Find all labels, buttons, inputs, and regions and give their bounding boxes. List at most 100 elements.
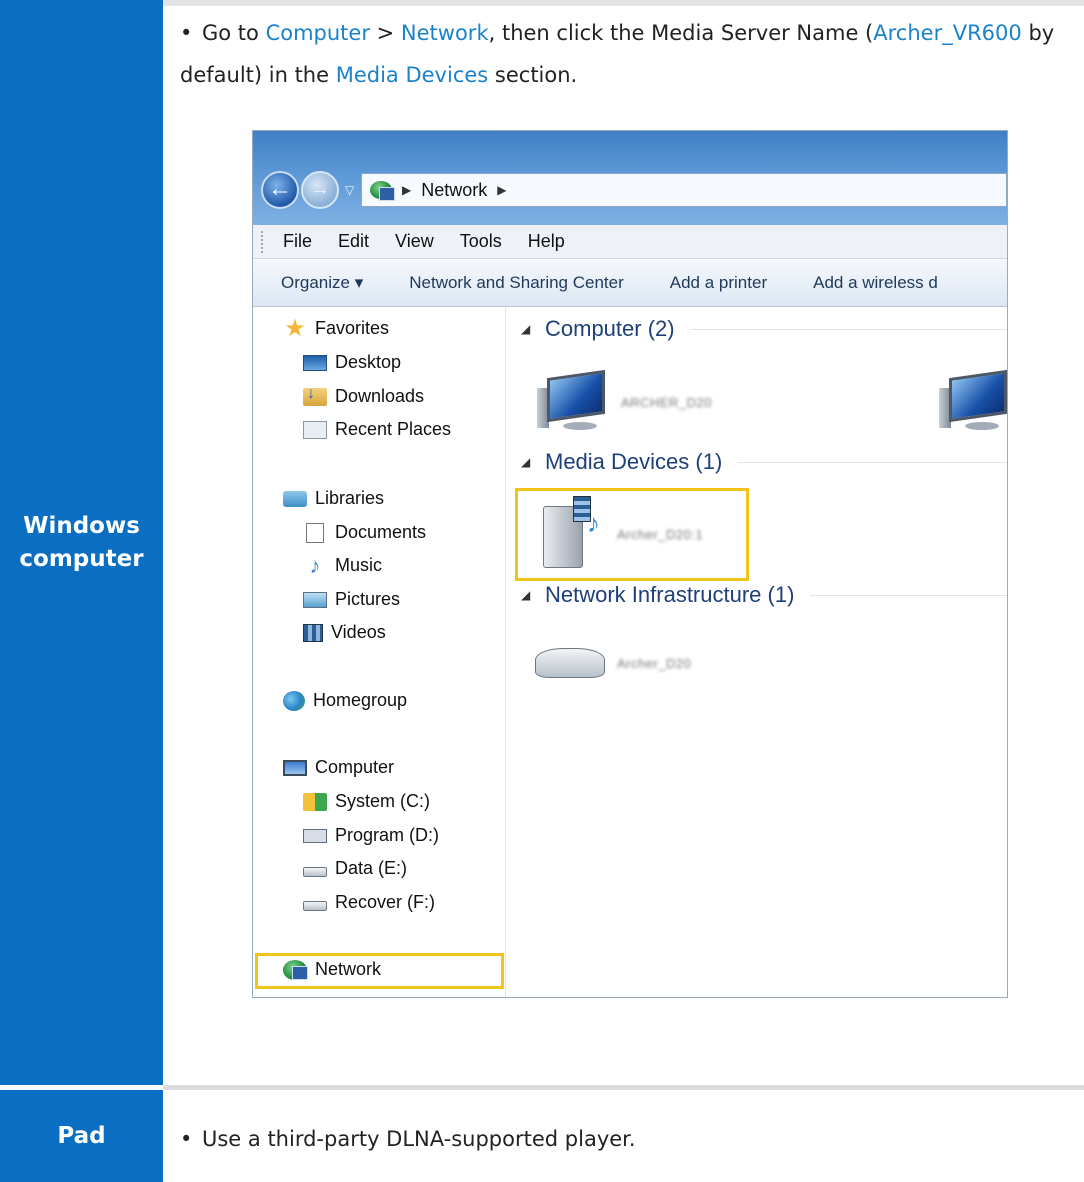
- breadcrumb-network[interactable]: Network: [421, 180, 487, 201]
- media-devices-link[interactable]: Media Devices: [336, 63, 489, 87]
- network-sharing-center-button[interactable]: Network and Sharing Center: [409, 273, 624, 293]
- libraries-icon: [283, 490, 307, 507]
- nav-label: Documents: [335, 522, 427, 542]
- navigation-pane: ★ Favorites Desktop Downloads Recent Plac…: [253, 308, 506, 997]
- nav-label: Data (E:): [335, 858, 408, 878]
- media-device-highlight-box: [515, 488, 749, 581]
- instruction-pad: • Use a third-party DLNA-supported player…: [180, 1118, 636, 1160]
- instruction-text: Go to: [202, 21, 266, 45]
- group-rule: [690, 328, 1007, 330]
- computer-monitor-icon: [939, 368, 1007, 436]
- collapse-triangle-icon[interactable]: ◢: [521, 322, 535, 336]
- nav-recent-places[interactable]: Recent Places: [303, 419, 451, 440]
- table-top-border: [163, 0, 1084, 6]
- group-media-devices[interactable]: ◢ Media Devices (1): [507, 449, 1007, 475]
- row-label-line: computer: [19, 545, 144, 572]
- device-computer[interactable]: ARCHER_D20: [537, 368, 712, 436]
- nav-desktop[interactable]: Desktop: [303, 352, 401, 373]
- media-server-link[interactable]: Archer_VR600: [873, 21, 1022, 45]
- explorer-screenshot: ← → ▽ ▶ Network ▶ File Edit View Tools H…: [252, 130, 1008, 998]
- nav-data-drive[interactable]: Data (E:): [303, 858, 407, 879]
- nav-label: Music: [335, 555, 383, 575]
- nav-label: Program (D:): [335, 825, 440, 845]
- collapse-triangle-icon[interactable]: ◢: [521, 588, 535, 602]
- document-icon: [306, 522, 324, 543]
- menu-help[interactable]: Help: [528, 231, 565, 252]
- nav-music[interactable]: ♪ Music: [303, 554, 383, 576]
- recent-places-icon: [303, 420, 327, 439]
- nav-label: Videos: [331, 622, 386, 642]
- computer-link[interactable]: Computer: [266, 21, 370, 45]
- instruction-text: >: [369, 21, 401, 45]
- homegroup-icon: [283, 690, 305, 711]
- nav-favorites[interactable]: ★ Favorites: [283, 314, 390, 342]
- nav-documents[interactable]: Documents: [303, 522, 426, 543]
- nav-label: Pictures: [335, 589, 401, 609]
- content-pane: ◢ Computer (2) ARCHER_D20 ◢ Media Devices …: [507, 308, 1007, 997]
- pictures-icon: [303, 591, 327, 608]
- instruction-windows: • Go to Computer > Network, then click th…: [180, 12, 1080, 96]
- network-link[interactable]: Network: [401, 21, 489, 45]
- star-icon: ★: [284, 314, 306, 342]
- desktop-icon: [303, 354, 327, 371]
- nav-computer[interactable]: Computer: [283, 757, 394, 778]
- system-drive-icon: [303, 792, 327, 811]
- menu-edit[interactable]: Edit: [338, 231, 369, 252]
- nav-label: Downloads: [335, 386, 425, 406]
- address-bar[interactable]: ▶ Network ▶: [361, 173, 1007, 207]
- nav-downloads[interactable]: Downloads: [303, 385, 425, 407]
- forward-arrow-icon[interactable]: →: [301, 171, 339, 209]
- group-computer[interactable]: ◢ Computer (2): [507, 316, 1007, 342]
- device-router[interactable]: Archer_D20: [535, 648, 691, 678]
- nav-system-drive[interactable]: System (C:): [303, 791, 430, 812]
- video-film-icon: [303, 623, 323, 642]
- row-label-line: Pad: [57, 1122, 106, 1149]
- organize-button[interactable]: Organize ▾: [281, 273, 363, 293]
- explorer-titlebar: ← → ▽ ▶ Network ▶: [253, 131, 1007, 225]
- nav-label: Libraries: [315, 488, 385, 508]
- computer-icon: [283, 759, 307, 776]
- nav-videos[interactable]: Videos: [303, 622, 386, 643]
- nav-label: Recent Places: [335, 419, 452, 439]
- history-dropdown-icon[interactable]: ▽: [345, 183, 354, 197]
- nav-recover-drive[interactable]: Recover (F:): [303, 892, 435, 913]
- breadcrumb-arrow-icon[interactable]: ▶: [497, 183, 506, 197]
- add-printer-button[interactable]: Add a printer: [670, 273, 767, 293]
- downloads-folder-icon: [303, 385, 327, 406]
- nav-label: Recover (F:): [335, 892, 436, 912]
- bullet-dot: •: [180, 1127, 193, 1151]
- nav-label: Homegroup: [313, 690, 408, 710]
- hard-drive-icon: [303, 866, 327, 877]
- nav-libraries[interactable]: Libraries: [283, 488, 384, 509]
- command-toolbar: Organize ▾ Network and Sharing Center Ad…: [253, 259, 1007, 307]
- router-icon: [535, 648, 605, 678]
- program-drive-icon: [303, 828, 327, 843]
- menu-file[interactable]: File: [283, 231, 312, 252]
- group-network-infrastructure[interactable]: ◢ Network Infrastructure (1): [507, 582, 1007, 608]
- nav-label: System (C:): [335, 791, 431, 811]
- instruction-text: section.: [488, 63, 578, 87]
- device-name: Archer_D20: [617, 655, 692, 671]
- menu-tools[interactable]: Tools: [460, 231, 502, 252]
- add-wireless-device-button[interactable]: Add a wireless d: [813, 273, 938, 293]
- collapse-triangle-icon[interactable]: ◢: [521, 455, 535, 469]
- row-label-line: Windows: [23, 512, 140, 539]
- group-rule: [810, 594, 1007, 596]
- nav-label: Computer: [315, 757, 395, 777]
- back-arrow-icon[interactable]: ←: [261, 171, 299, 209]
- menu-view[interactable]: View: [395, 231, 434, 252]
- nav-label: Desktop: [335, 352, 402, 372]
- nav-label: Favorites: [315, 318, 390, 338]
- group-label: Media Devices (1): [545, 449, 723, 474]
- breadcrumb-arrow-icon[interactable]: ▶: [402, 183, 411, 197]
- nav-pictures[interactable]: Pictures: [303, 589, 400, 610]
- device-computer-2[interactable]: [939, 368, 1007, 436]
- group-rule: [738, 461, 1007, 463]
- row-separator: [163, 1085, 1084, 1090]
- group-label: Network Infrastructure (1): [545, 582, 795, 607]
- computer-monitor-icon: [537, 368, 609, 436]
- group-label: Computer (2): [545, 316, 675, 341]
- bullet-dot: •: [180, 21, 193, 45]
- nav-homegroup[interactable]: Homegroup: [283, 690, 407, 711]
- nav-program-drive[interactable]: Program (D:): [303, 825, 439, 846]
